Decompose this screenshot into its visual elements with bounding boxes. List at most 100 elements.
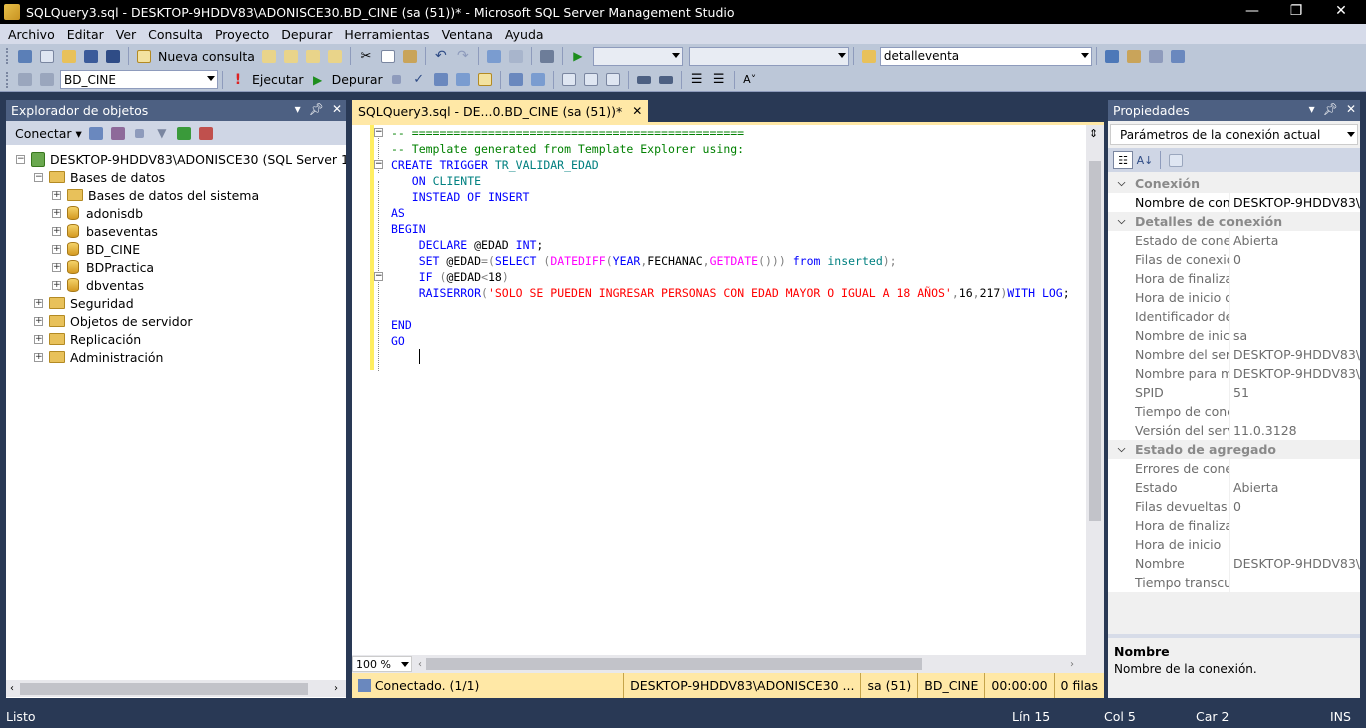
connect-dropdown[interactable]: Conectar ▾ <box>12 126 85 141</box>
property-pages-icon[interactable] <box>1166 151 1186 169</box>
cancel-query-icon[interactable] <box>387 71 407 89</box>
change-connection-icon[interactable] <box>37 71 57 89</box>
tree-node[interactable]: + baseventas <box>52 222 158 240</box>
expand-icon[interactable]: + <box>52 190 61 200</box>
new-query-button[interactable]: Nueva consulta <box>155 49 258 64</box>
property-row[interactable]: Hora de inicio de <box>1108 287 1360 307</box>
include-plan-icon[interactable] <box>528 71 548 89</box>
property-row[interactable]: Estado de conexiónAbierta <box>1108 230 1360 250</box>
tree-node[interactable]: + dbventas <box>52 276 144 294</box>
new-project-icon[interactable] <box>15 47 35 65</box>
expand-icon[interactable]: + <box>52 280 61 290</box>
tree-node[interactable]: + Administración <box>34 348 163 366</box>
collapse-toggle[interactable]: − <box>374 128 383 137</box>
disconnect-icon[interactable] <box>108 124 128 142</box>
split-handle-icon[interactable]: ⇕ <box>1089 127 1098 140</box>
comment-icon[interactable] <box>634 71 654 89</box>
property-row[interactable]: Filas devueltas 0 <box>1108 496 1360 516</box>
expand-icon[interactable]: + <box>52 208 61 218</box>
font-size-icon[interactable]: A˅ <box>740 71 760 89</box>
activity-monitor-icon[interactable] <box>196 124 216 142</box>
property-row[interactable]: NombreDESKTOP-9HDDV83\ADONISCE30 <box>1108 553 1360 573</box>
properties-object-combo[interactable]: Parámetros de la conexión actual <box>1110 124 1358 145</box>
toolbar-grip[interactable] <box>6 71 10 88</box>
tree-node[interactable]: + BD_CINE <box>52 240 140 258</box>
tree-node[interactable]: + Seguridad <box>34 294 134 312</box>
object-explorer-icon[interactable] <box>1102 47 1122 65</box>
property-row[interactable]: Nombre para mostrarDESKTOP-9HDDV83\ADONI… <box>1108 363 1360 383</box>
property-category[interactable]: ⌵ Conexión <box>1108 174 1360 193</box>
tools-icon[interactable] <box>1146 47 1166 65</box>
menu-ventana[interactable]: Ventana <box>436 27 499 42</box>
uncomment-icon[interactable] <box>656 71 676 89</box>
property-row[interactable]: Hora de inicio <box>1108 534 1360 554</box>
menu-consulta[interactable]: Consulta <box>142 27 209 42</box>
panel-close-icon[interactable]: ✕ <box>1346 102 1356 116</box>
collapse-icon[interactable]: ⌵ <box>1108 178 1135 189</box>
panel-menu-icon[interactable]: ▾ <box>1309 102 1315 116</box>
tree-node[interactable]: + Replicación <box>34 330 141 348</box>
property-row[interactable]: Identificador de sesión <box>1108 306 1360 326</box>
specify-values-icon[interactable] <box>475 71 495 89</box>
menu-editar[interactable]: Editar <box>61 27 110 42</box>
xmla-query-icon[interactable] <box>325 47 345 65</box>
editor-vscrollbar[interactable]: ⇕ <box>1086 125 1104 655</box>
collapse-icon[interactable]: − <box>34 172 43 182</box>
filter-icon[interactable]: ▼ <box>152 124 172 142</box>
tree-node[interactable]: − Bases de datos <box>34 168 165 186</box>
query-designer-icon[interactable] <box>453 71 473 89</box>
debug-icon[interactable]: ▶ <box>308 71 328 89</box>
debug-button[interactable]: Depurar <box>329 72 386 87</box>
menu-proyecto[interactable]: Proyecto <box>209 27 275 42</box>
connect-server-icon[interactable] <box>86 124 106 142</box>
stop-icon[interactable] <box>130 124 150 142</box>
analysis-query-icon[interactable] <box>281 47 301 65</box>
menu-archivo[interactable]: Archivo <box>2 27 61 42</box>
scroll-thumb[interactable] <box>1089 161 1101 521</box>
collapse-toggle[interactable]: − <box>374 272 383 281</box>
minimize-button[interactable]: — <box>1229 0 1275 24</box>
expand-icon[interactable]: + <box>34 298 43 308</box>
panel-menu-icon[interactable]: ▾ <box>295 102 301 116</box>
property-row[interactable]: Nombre de iniciosa <box>1108 325 1360 345</box>
scroll-left-icon[interactable]: ‹ <box>418 659 422 670</box>
copy-icon[interactable] <box>378 47 398 65</box>
parse-icon[interactable]: ✓ <box>409 71 429 89</box>
expand-icon[interactable]: + <box>52 226 61 236</box>
cut-icon[interactable]: ✂ <box>356 47 376 65</box>
expand-icon[interactable]: + <box>34 352 43 362</box>
tree-node[interactable]: − DESKTOP-9HDDV83\ADONISCE30 (SQL Server … <box>16 150 346 168</box>
results-grid-icon[interactable] <box>581 71 601 89</box>
alphabetical-icon[interactable]: A↓ <box>1135 151 1155 169</box>
scroll-thumb[interactable] <box>20 682 308 695</box>
refresh-icon[interactable] <box>174 124 194 142</box>
categorized-icon[interactable]: ☷ <box>1113 151 1133 169</box>
panel-close-icon[interactable]: ✕ <box>332 102 342 116</box>
increase-indent-icon[interactable]: ☰ <box>709 71 729 89</box>
save-all-icon[interactable] <box>103 47 123 65</box>
screenshot-icon[interactable] <box>537 47 557 65</box>
new-file-icon[interactable] <box>37 47 57 65</box>
paste-icon[interactable] <box>400 47 420 65</box>
expand-icon[interactable]: + <box>34 316 43 326</box>
find-combo[interactable]: detalleventa <box>879 46 1092 66</box>
intellisense-icon[interactable] <box>506 71 526 89</box>
execute-button[interactable]: Ejecutar <box>249 72 307 87</box>
tab-close-icon[interactable]: ✕ <box>632 104 642 118</box>
database-combo[interactable]: BD_CINE <box>60 70 218 89</box>
tab-sqlquery3[interactable]: SQLQuery3.sql - DE...0.BD_CINE (sa (51))… <box>352 100 649 122</box>
pin-icon[interactable]: 📌︎ <box>309 102 324 116</box>
registered-servers-icon[interactable] <box>1124 47 1144 65</box>
close-window-button[interactable]: ✕ <box>1318 0 1364 24</box>
find-in-files-icon[interactable] <box>859 47 879 65</box>
expand-icon[interactable]: + <box>52 262 61 272</box>
property-row[interactable]: Hora de finalización <box>1108 515 1360 535</box>
property-row[interactable]: Versión del servidor11.0.3128 <box>1108 420 1360 440</box>
scroll-right-icon[interactable]: › <box>1070 659 1074 670</box>
code-editor[interactable]: − − − -- ===============================… <box>352 125 1086 655</box>
navigate-back-icon[interactable] <box>484 47 504 65</box>
expand-icon[interactable]: + <box>52 244 61 254</box>
mdx-query-icon[interactable] <box>303 47 323 65</box>
decrease-indent-icon[interactable]: ☰ <box>687 71 707 89</box>
property-category[interactable]: ⌵ Detalles de conexión <box>1108 212 1360 231</box>
